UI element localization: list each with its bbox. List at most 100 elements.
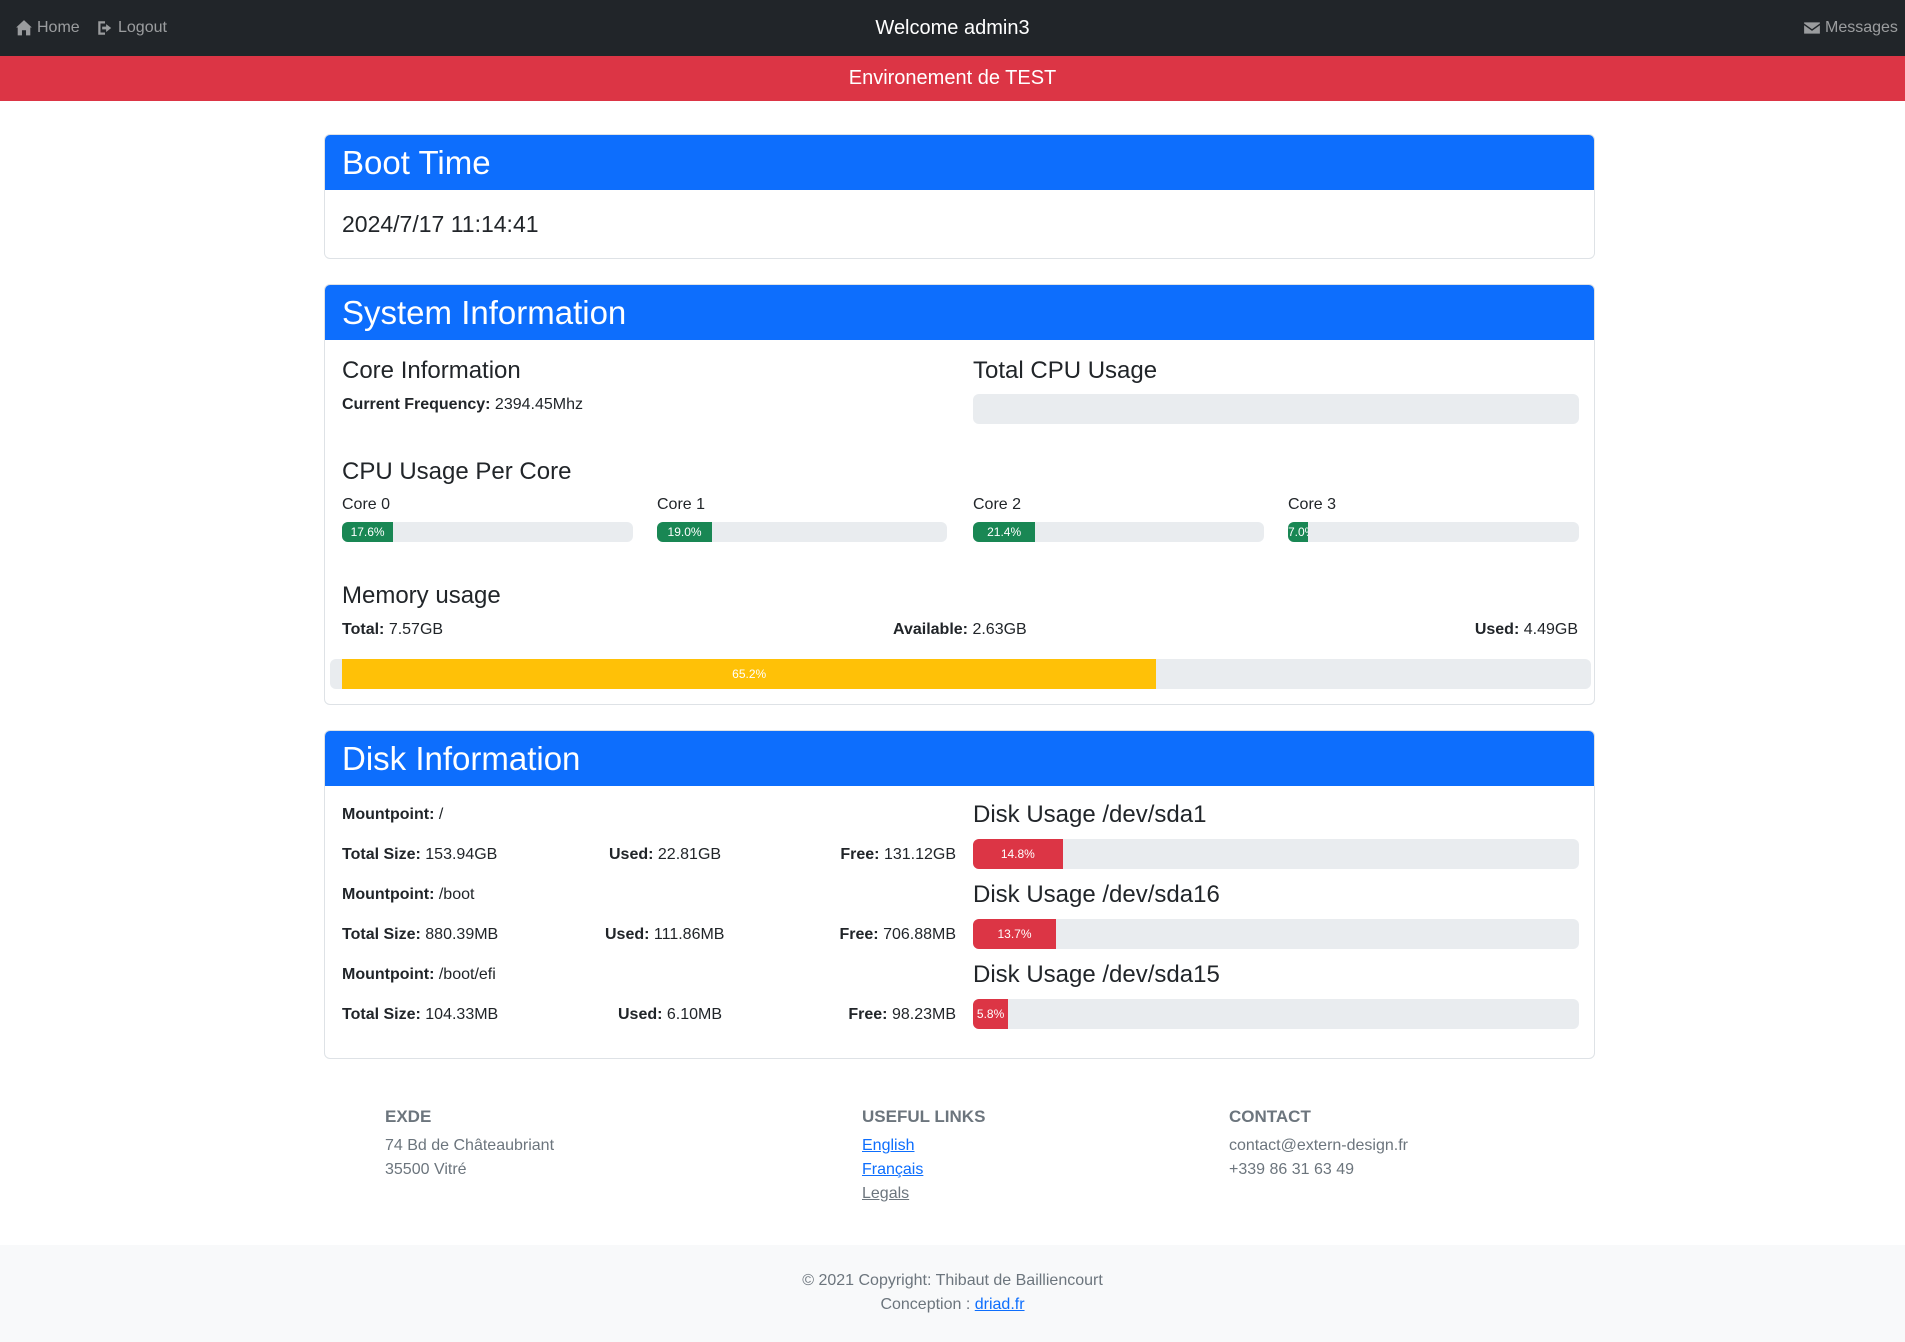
home-icon xyxy=(16,20,32,36)
home-label: Home xyxy=(37,19,80,36)
memory-total-value: 7.57GB xyxy=(388,621,444,638)
link-francais[interactable]: Français xyxy=(862,1161,923,1179)
logout-link[interactable]: Logout xyxy=(96,0,167,56)
used-value: 6.10MB xyxy=(666,1006,723,1023)
envelope-icon xyxy=(1804,22,1820,34)
total-size-label: Total Size: xyxy=(342,846,421,863)
mountpoint-value: /boot/efi xyxy=(438,966,496,983)
total-size-label: Total Size: xyxy=(342,1006,421,1023)
mountpoint-label: Mountpoint: xyxy=(342,966,435,983)
mount-free: Free: 131.12GB xyxy=(840,846,956,864)
total-size-label: Total Size: xyxy=(342,926,421,943)
contact-phone: +339 86 31 63 49 xyxy=(1229,1161,1355,1178)
top-navbar: Home Logout Welcome admin3 Messages xyxy=(0,0,1905,56)
disk-usage-progress-sda16: 13.7% xyxy=(973,919,1579,949)
used-value: 111.86MB xyxy=(653,926,725,943)
memory-bar: 65.2% xyxy=(342,659,1157,689)
current-frequency: Current Frequency: 2394.45Mhz xyxy=(342,396,583,414)
disk-usage-title-sda16: Disk Usage /dev/sda16 xyxy=(973,881,1220,908)
boot-time-card: Boot Time 2024/7/17 11:14:41 xyxy=(324,134,1595,259)
link-legals[interactable]: Legals xyxy=(862,1185,909,1203)
disk-usage-progress-sda1: 14.8% xyxy=(973,839,1579,869)
free-label: Free: xyxy=(839,926,879,943)
memory-used: Used: 4.49GB xyxy=(1475,621,1578,639)
disk-usage-title-sda15: Disk Usage /dev/sda15 xyxy=(973,961,1220,988)
core-0-bar: 17.6% xyxy=(342,522,394,542)
mountpoint-value: / xyxy=(438,806,444,823)
memory-available-value: 2.63GB xyxy=(972,621,1027,638)
memory-available-label: Available: xyxy=(893,621,968,638)
core-1-bar: 19.0% xyxy=(657,522,713,542)
mountpoint-value: /boot xyxy=(438,886,475,903)
footer-address-line1: 74 Bd de Châteaubriant xyxy=(385,1137,555,1154)
system-info-card: System Information Core Information Curr… xyxy=(324,284,1595,705)
footer-address-line2: 35500 Vitré xyxy=(385,1161,467,1178)
messages-link[interactable]: Messages xyxy=(1803,0,1898,56)
disk-usage-title-sda1: Disk Usage /dev/sda1 xyxy=(973,801,1207,828)
core-2-label: Core 2 xyxy=(973,496,1022,513)
total-cpu-progress xyxy=(973,394,1579,424)
mount-free: Free: 706.88MB xyxy=(839,926,956,944)
memory-progress: 65.2% xyxy=(330,659,1591,689)
footer-company-title: EXDE xyxy=(385,1107,432,1126)
total-size-value: 153.94GB xyxy=(425,846,498,863)
logout-label: Logout xyxy=(118,19,167,36)
mount-total-size: Total Size: 153.94GB xyxy=(342,846,497,864)
conception-link[interactable]: driad.fr xyxy=(975,1296,1025,1313)
core-3-bar: 7.0% xyxy=(1288,522,1309,542)
core-2-progress: 21.4% xyxy=(973,522,1264,542)
mount-total-size: Total Size: 880.39MB xyxy=(342,926,498,944)
total-size-value: 104.33MB xyxy=(425,1006,499,1023)
disk-info-card: Disk Information Mountpoint: / Total Siz… xyxy=(324,730,1595,1059)
core-info-title: Core Information xyxy=(342,357,521,384)
mount-free: Free: 98.23MB xyxy=(848,1006,956,1024)
home-link[interactable]: Home xyxy=(15,0,80,56)
messages-label: Messages xyxy=(1825,19,1898,36)
used-label: Used: xyxy=(618,1006,663,1023)
core-1-label: Core 1 xyxy=(657,496,706,513)
frequency-value: 2394.45Mhz xyxy=(494,396,583,413)
environment-banner: Environement de TEST xyxy=(0,56,1905,101)
free-value: 706.88MB xyxy=(883,926,956,943)
contact-email: contact@extern-design.fr xyxy=(1229,1137,1408,1154)
conception-label: Conception : xyxy=(880,1296,975,1313)
logout-icon xyxy=(98,21,112,35)
core-0-progress: 17.6% xyxy=(342,522,633,542)
frequency-label: Current Frequency: xyxy=(342,396,491,413)
core-3-label: Core 3 xyxy=(1288,496,1337,513)
mountpoint-row: Mountpoint: / xyxy=(342,806,443,824)
copyright-bar: © 2021 Copyright: Thibaut de Bailliencou… xyxy=(0,1245,1905,1342)
core-0-label: Core 0 xyxy=(342,496,391,513)
core-2-bar: 21.4% xyxy=(973,522,1036,542)
link-english[interactable]: English xyxy=(862,1137,914,1155)
disk-info-title: Disk Information xyxy=(325,731,1594,786)
footer-contact-title: CONTACT xyxy=(1229,1107,1311,1126)
mount-used: Used: 6.10MB xyxy=(618,1006,722,1024)
disk-usage-bar-sda1: 14.8% xyxy=(973,839,1063,869)
mount-used: Used: 22.81GB xyxy=(609,846,721,864)
mount-total-size: Total Size: 104.33MB xyxy=(342,1006,498,1024)
core-3-progress: 7.0% xyxy=(1288,522,1579,542)
mountpoint-row: Mountpoint: /boot xyxy=(342,886,474,904)
boot-time-value: 2024/7/17 11:14:41 xyxy=(342,211,539,237)
system-info-title: System Information xyxy=(325,285,1594,340)
disk-usage-bar-sda16: 13.7% xyxy=(973,919,1057,949)
footer-links-title: USEFUL LINKS xyxy=(862,1107,986,1126)
conception-line: Conception : driad.fr xyxy=(0,1296,1905,1314)
mountpoint-row: Mountpoint: /boot/efi xyxy=(342,966,496,984)
free-label: Free: xyxy=(840,846,880,863)
memory-progress-track: 65.2% xyxy=(342,659,1591,689)
mount-used: Used: 111.86MB xyxy=(605,926,724,944)
used-label: Used: xyxy=(605,926,650,943)
mountpoint-label: Mountpoint: xyxy=(342,886,435,903)
memory-total: Total: 7.57GB xyxy=(342,621,443,639)
copyright-text: © 2021 Copyright: Thibaut de Bailliencou… xyxy=(802,1272,1103,1289)
core-1-progress: 19.0% xyxy=(657,522,947,542)
used-label: Used: xyxy=(609,846,654,863)
free-label: Free: xyxy=(848,1006,888,1023)
total-cpu-title: Total CPU Usage xyxy=(973,357,1158,384)
used-value: 22.81GB xyxy=(657,846,722,863)
total-size-value: 880.39MB xyxy=(425,926,499,943)
memory-total-label: Total: xyxy=(342,621,385,638)
memory-used-value: 4.49GB xyxy=(1523,621,1578,638)
